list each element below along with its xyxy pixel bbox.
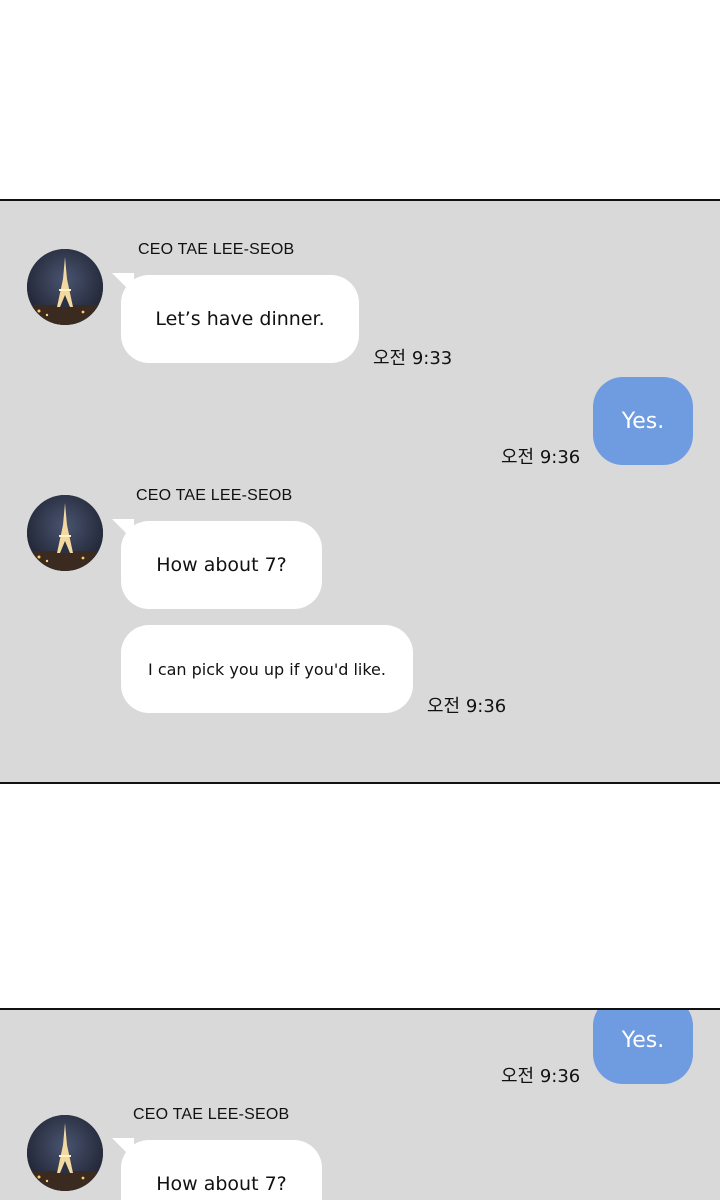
avatar[interactable] bbox=[27, 495, 103, 571]
message-text: How about 7? bbox=[156, 554, 287, 576]
message-text: Let’s have dinner. bbox=[155, 308, 325, 330]
message-bubble[interactable]: I can pick you up if you'd like. bbox=[121, 625, 413, 713]
sender-name: CEO TAE LEE-SEOB bbox=[138, 241, 295, 258]
eiffel-tower-icon bbox=[27, 495, 103, 571]
message-bubble[interactable]: How about 7? bbox=[121, 521, 322, 609]
message-timestamp: 오전 9:36 bbox=[427, 696, 507, 717]
eiffel-tower-icon bbox=[27, 1115, 103, 1191]
avatar[interactable] bbox=[27, 1115, 103, 1191]
message-bubble[interactable]: How about 7? bbox=[121, 1140, 322, 1200]
sender-name: CEO TAE LEE-SEOB bbox=[133, 1106, 290, 1123]
sender-name: CEO TAE LEE-SEOB bbox=[136, 487, 293, 504]
message-timestamp: 오전 9:33 bbox=[373, 348, 453, 369]
eiffel-tower-icon bbox=[27, 249, 103, 325]
sent-message-bubble[interactable]: Yes. bbox=[593, 377, 693, 465]
sent-message-bubble[interactable]: Yes. bbox=[593, 1010, 693, 1084]
chat-panel-1: CEO TAE LEE-SEOB Let’s have dinner. 오전 9… bbox=[0, 199, 720, 784]
chat-panel-2: Yes. 오전 9:36 CEO TAE LEE-SEOB How about … bbox=[0, 1008, 720, 1200]
message-timestamp: 오전 9:36 bbox=[501, 1066, 581, 1087]
message-text: How about 7? bbox=[156, 1173, 287, 1195]
message-bubble[interactable]: Let’s have dinner. bbox=[121, 275, 359, 363]
message-text: Yes. bbox=[621, 408, 665, 434]
message-text: I can pick you up if you'd like. bbox=[148, 659, 386, 679]
avatar[interactable] bbox=[27, 249, 103, 325]
message-timestamp: 오전 9:36 bbox=[501, 447, 581, 468]
message-text: Yes. bbox=[621, 1027, 665, 1053]
